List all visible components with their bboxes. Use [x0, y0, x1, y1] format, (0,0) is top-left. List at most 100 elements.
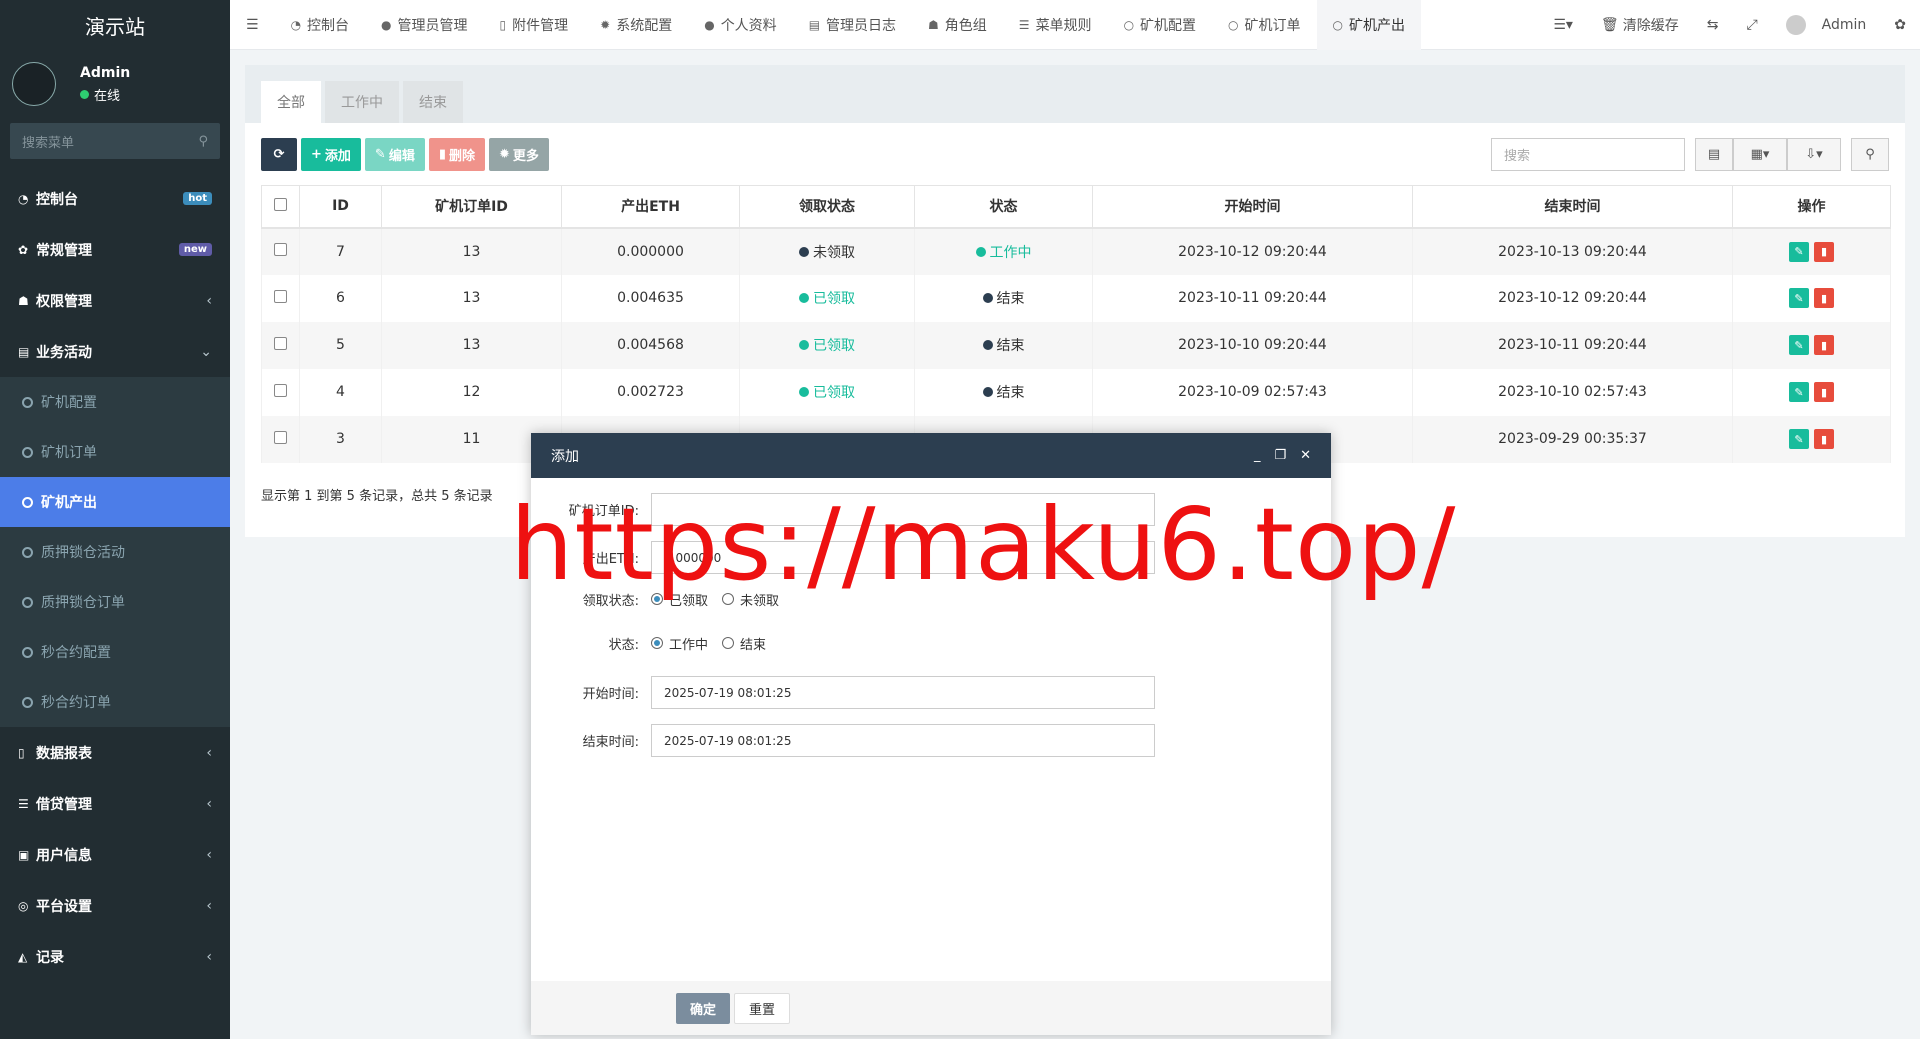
sidebar-subitem-contract-orders[interactable]: 秒合约订单	[0, 677, 230, 727]
start-time-input[interactable]: 2025-07-19 08:01:25	[651, 676, 1155, 709]
tab-ended[interactable]: 结束	[403, 81, 463, 123]
reset-button[interactable]: 重置	[734, 992, 791, 1024]
edit-row-button[interactable]: ✎	[1789, 241, 1809, 262]
more-button[interactable]: ✹ 更多	[489, 137, 549, 171]
sidebar-item-records[interactable]: ◭ 记录 ‹	[0, 931, 230, 982]
clear-cache-button[interactable]: 🗑 清除缓存	[1587, 15, 1693, 35]
language-button[interactable]: ⇆	[1693, 17, 1733, 33]
cell-end: 2023-09-29 00:35:37	[1412, 415, 1733, 463]
sidebar-item-users[interactable]: ▣ 用户信息 ‹	[0, 829, 230, 880]
edit-row-button[interactable]: ✎	[1789, 335, 1809, 355]
minimize-icon[interactable]: _	[1254, 448, 1261, 463]
delete-row-button[interactable]: ▮	[1814, 241, 1834, 262]
delete-button[interactable]: ▮ 删除	[428, 137, 486, 171]
col-id[interactable]: ID	[299, 185, 382, 229]
tab-attachments[interactable]: ▯ 附件管理	[484, 0, 585, 50]
table-row[interactable]: 5 13 0.004568 已领取 结束 2023-10-10 09:20:44…	[261, 321, 1891, 369]
tab-profile[interactable]: ● 个人资料	[688, 0, 792, 50]
sidebar-search-input[interactable]: 搜索菜单 ⚲	[10, 123, 220, 159]
row-checkbox[interactable]	[274, 289, 287, 303]
sidebar-subitem-miner-output[interactable]: 矿机产出	[0, 477, 230, 527]
delete-row-button[interactable]: ▮	[1814, 382, 1834, 402]
confirm-button[interactable]: 确定	[676, 992, 731, 1024]
sidebar-subitem-staking-activity[interactable]: 质押锁仓活动	[0, 527, 230, 577]
edit-row-button[interactable]: ✎	[1789, 429, 1809, 449]
user-menu[interactable]: Admin	[1772, 14, 1881, 35]
fullscreen-button[interactable]: ⤢	[1732, 17, 1771, 33]
delete-row-button[interactable]: ▮	[1814, 335, 1834, 355]
sidebar-item-platform[interactable]: ◎ 平台设置 ‹	[0, 880, 230, 931]
row-checkbox[interactable]	[274, 430, 287, 444]
edit-button[interactable]: ✎ 编辑	[364, 137, 425, 171]
edit-row-button[interactable]: ✎	[1789, 382, 1809, 402]
refresh-button[interactable]: ⟳	[261, 137, 297, 171]
table-row[interactable]: 7 13 0.000000 未领取 工作中 2023-10-12 09:20:4…	[261, 227, 1891, 275]
col-order-id[interactable]: 矿机订单ID	[381, 185, 562, 229]
tab-role-group[interactable]: ☗ 角色组	[912, 0, 1003, 50]
state-radio-working[interactable]: 工作中	[651, 634, 708, 653]
table-row[interactable]: 4 12 0.002723 已领取 结束 2023-10-09 02:57:43…	[261, 368, 1891, 416]
bars-icon: ☰	[1018, 17, 1030, 32]
settings-button[interactable]: ✿	[1880, 17, 1920, 33]
maximize-icon[interactable]: ❐	[1274, 448, 1286, 463]
sidebar-subitem-staking-orders[interactable]: 质押锁仓订单	[0, 577, 230, 627]
advanced-search-button[interactable]: ⚲	[1851, 137, 1889, 171]
table-row[interactable]: 6 13 0.004635 已领取 结束 2023-10-11 09:20:44…	[261, 274, 1891, 322]
table-search-input[interactable]: 搜索	[1491, 137, 1685, 171]
row-checkbox[interactable]	[274, 383, 287, 397]
tab-working[interactable]: 工作中	[325, 81, 399, 123]
row-select-cell[interactable]	[261, 227, 300, 275]
app-logo[interactable]: 演示站	[0, 0, 230, 50]
col-end[interactable]: 结束时间	[1412, 185, 1733, 229]
tab-admin-log[interactable]: ▤ 管理员日志	[793, 0, 912, 50]
sidebar-subitem-miner-orders[interactable]: 矿机订单	[0, 427, 230, 477]
row-select-cell[interactable]	[261, 321, 300, 369]
tab-miner-orders[interactable]: ○ 矿机订单	[1212, 0, 1316, 50]
state-radio-ended[interactable]: 结束	[722, 634, 766, 653]
end-time-input[interactable]: 2025-07-19 08:01:25	[651, 724, 1155, 757]
tab-all[interactable]: 全部	[261, 81, 321, 123]
tab-miner-config[interactable]: ○ 矿机配置	[1108, 0, 1212, 50]
sidebar-item-loans[interactable]: ☰ 借贷管理 ‹	[0, 778, 230, 829]
delete-row-button[interactable]: ▮	[1814, 288, 1834, 308]
tab-menu-rules[interactable]: ☰ 菜单规则	[1003, 0, 1108, 50]
col-start[interactable]: 开始时间	[1092, 185, 1413, 229]
col-eth[interactable]: 产出ETH	[561, 185, 740, 229]
sidebar-item-reports[interactable]: ▯ 数据报表 ‹	[0, 727, 230, 778]
sidebar-toggle-button[interactable]: ☰	[230, 0, 275, 50]
sidebar-subitem-miner-config[interactable]: 矿机配置	[0, 377, 230, 427]
tab-system-config[interactable]: ✹ 系统配置	[584, 0, 688, 50]
watermark-text: https://maku6.top/	[510, 486, 1457, 603]
sidebar-item-general[interactable]: ✿ 常规管理 new	[0, 224, 230, 275]
tab-label: 附件管理	[512, 17, 569, 34]
tab-menu-dropdown[interactable]: ☰▾	[1539, 17, 1587, 33]
tab-miner-output[interactable]: ○ 矿机产出	[1316, 0, 1422, 50]
sidebar-subitem-contract-config[interactable]: 秒合约配置	[0, 627, 230, 677]
delete-row-button[interactable]: ▮	[1814, 429, 1834, 449]
tab-admin-manage[interactable]: ● 管理员管理	[365, 0, 483, 50]
tab-label: 控制台	[307, 17, 350, 34]
tab-dashboard[interactable]: ◔ 控制台	[275, 0, 365, 50]
row-select-cell[interactable]	[261, 368, 300, 416]
row-select-cell[interactable]	[261, 415, 300, 463]
col-state[interactable]: 状态	[914, 185, 1093, 229]
select-all-checkbox[interactable]	[274, 197, 287, 211]
add-button[interactable]: + 添加	[301, 137, 361, 171]
tab-label: 矿机订单	[1244, 17, 1301, 34]
claim-status-label: 已领取	[813, 291, 855, 307]
row-select-cell[interactable]	[261, 274, 300, 322]
sidebar-item-business[interactable]: ▤ 业务活动 ⌄	[0, 326, 230, 377]
row-checkbox[interactable]	[274, 336, 287, 350]
sidebar-item-dashboard[interactable]: ◔ 控制台 hot	[0, 173, 230, 224]
edit-row-button[interactable]: ✎	[1789, 288, 1809, 308]
toggle-view-button[interactable]: ▤	[1695, 137, 1733, 171]
radio-label: 工作中	[669, 637, 709, 653]
close-icon[interactable]: ✕	[1300, 448, 1311, 463]
col-claim[interactable]: 领取状态	[739, 185, 915, 229]
tab-label: 菜单规则	[1035, 17, 1092, 34]
sidebar-item-permissions[interactable]: ☗ 权限管理 ‹	[0, 275, 230, 326]
select-all-header[interactable]	[261, 185, 300, 229]
columns-button[interactable]: ▦▾	[1733, 137, 1787, 171]
export-button[interactable]: ⇩▾	[1787, 137, 1841, 171]
row-checkbox[interactable]	[274, 243, 287, 256]
